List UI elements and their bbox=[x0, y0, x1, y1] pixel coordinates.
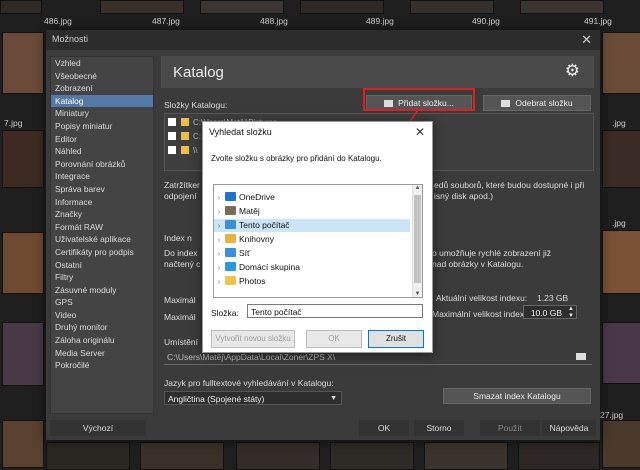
vertical-scrollbar[interactable]: ▲ ▼ bbox=[412, 185, 422, 297]
tree-node-label: Matěj bbox=[239, 206, 260, 216]
dialog-description: Zvolte složku s obrázky pro přidání do K… bbox=[211, 154, 382, 163]
scroll-down-icon[interactable]: ▼ bbox=[413, 291, 422, 297]
chevron-right-icon[interactable]: › bbox=[214, 234, 224, 247]
folder-field[interactable]: Tento počítač bbox=[247, 304, 423, 318]
tree-node[interactable]: › Knihovny bbox=[214, 233, 410, 246]
chevron-right-icon[interactable]: › bbox=[214, 220, 224, 233]
cancel-button[interactable]: Zrušit bbox=[368, 330, 424, 348]
chevron-right-icon[interactable]: › bbox=[214, 262, 224, 275]
new-folder-label: Vytvořit novou složku bbox=[215, 334, 291, 343]
chevron-right-icon[interactable]: › bbox=[214, 206, 224, 219]
tree-node-label: OneDrive bbox=[239, 192, 275, 202]
homegroup-icon bbox=[225, 262, 236, 271]
cancel-label: Zrušit bbox=[386, 334, 406, 343]
folder-tree[interactable]: › OneDrive › Matěj › Tento počítač › Knihovny › S… bbox=[213, 184, 423, 298]
dialog-title: Vyhledat složku bbox=[209, 127, 272, 137]
tree-node[interactable]: › Tento počítač bbox=[214, 219, 410, 232]
tree-node[interactable]: › Photos bbox=[214, 275, 410, 288]
tree-node[interactable]: › Matěj bbox=[214, 205, 410, 218]
tree-node[interactable]: › OneDrive bbox=[214, 191, 410, 204]
chevron-right-icon[interactable]: › bbox=[214, 276, 224, 289]
chevron-right-icon[interactable]: › bbox=[214, 192, 224, 205]
ok-label: OK bbox=[328, 334, 340, 343]
ok-button[interactable]: OK bbox=[306, 330, 362, 348]
folder-field-label: Složka: bbox=[211, 308, 239, 318]
cloud-icon bbox=[225, 192, 236, 201]
tree-node-label: Knihovny bbox=[239, 234, 274, 244]
tree-node-label: Domácí skupina bbox=[239, 262, 300, 272]
tree-node-label: Photos bbox=[239, 276, 266, 286]
close-icon[interactable]: ✕ bbox=[415, 125, 425, 139]
new-folder-button[interactable]: Vytvořit novou složku bbox=[211, 330, 295, 348]
tree-node[interactable]: › Síť bbox=[214, 247, 410, 260]
library-icon bbox=[225, 234, 236, 243]
folder-field-value: Tento počítač bbox=[251, 307, 302, 317]
tree-node[interactable]: › Domácí skupina bbox=[214, 261, 410, 274]
computer-icon bbox=[225, 220, 236, 229]
browse-folder-dialog: Vyhledat složku ✕ Zvolte složku s obrázk… bbox=[202, 121, 433, 353]
scroll-thumb[interactable] bbox=[414, 195, 421, 283]
tree-node-label: Tento počítač bbox=[239, 220, 290, 230]
tree-node-label: Síť bbox=[239, 248, 251, 258]
folder-icon bbox=[225, 276, 236, 285]
network-icon bbox=[225, 248, 236, 257]
dialog-title-bar[interactable]: Vyhledat složku ✕ bbox=[203, 122, 432, 142]
user-icon bbox=[225, 206, 236, 215]
scroll-up-icon[interactable]: ▲ bbox=[413, 185, 422, 191]
chevron-right-icon[interactable]: › bbox=[214, 248, 224, 261]
